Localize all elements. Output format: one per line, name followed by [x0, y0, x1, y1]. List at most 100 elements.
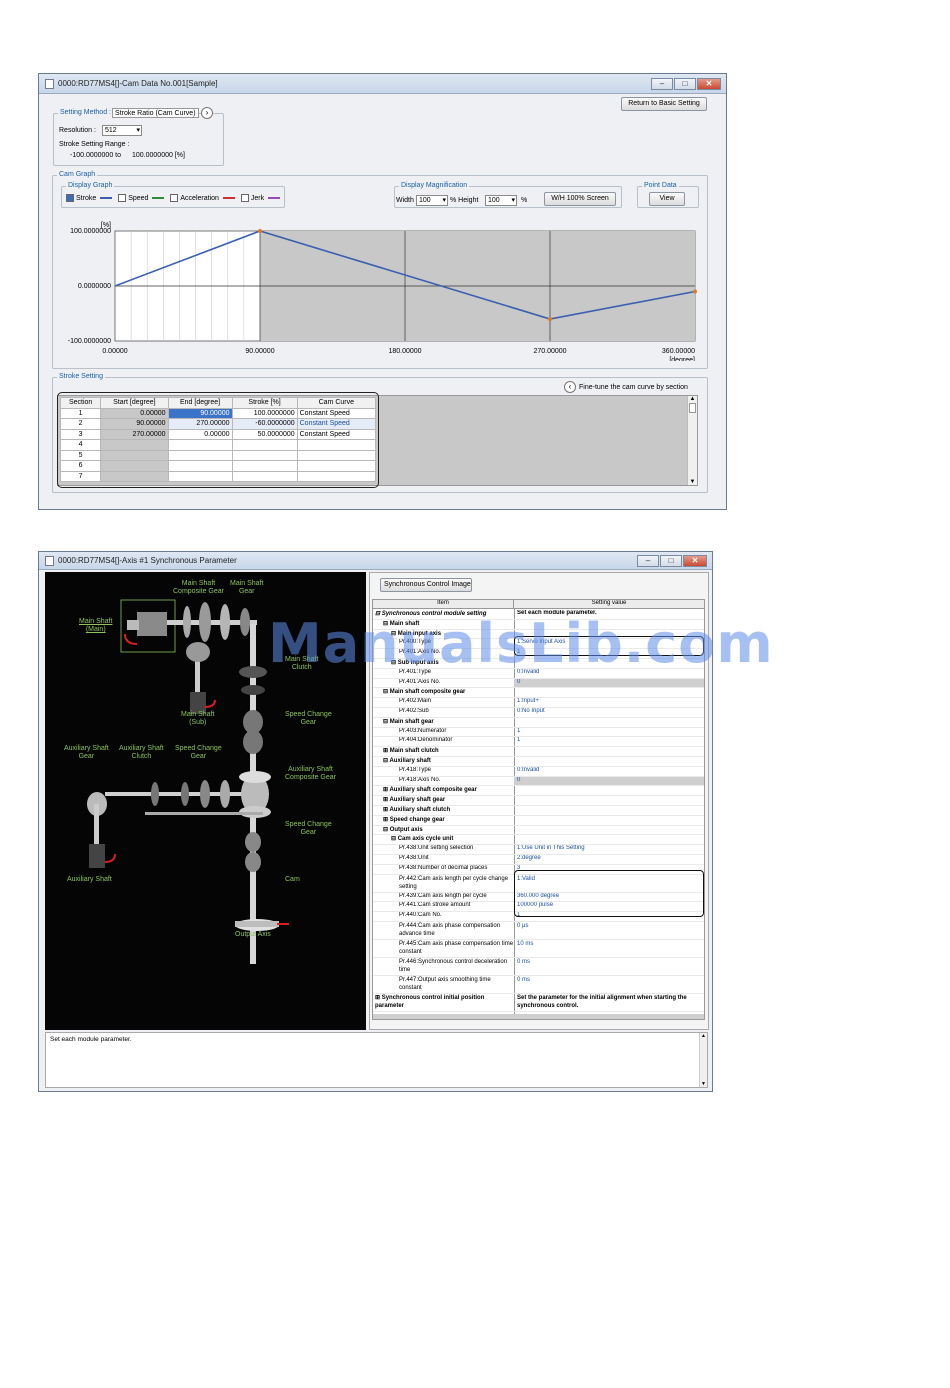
param-value[interactable]: 0:Invalid	[514, 767, 704, 776]
maximize-button[interactable]: □	[674, 78, 696, 90]
table-cell[interactable]	[167, 470, 233, 482]
table-cell[interactable]: -60.0000000	[231, 418, 298, 430]
param-row[interactable]: Pr.438:Unit 2:degree	[373, 855, 704, 865]
param-row[interactable]: Pr.401:Axis No. 0	[373, 678, 704, 689]
fine-tune-icon[interactable]: ‹	[564, 381, 576, 393]
param-row[interactable]: Pr.444:Cam axis phase compensation advan…	[373, 922, 704, 940]
table-cell[interactable]: 0.00000	[100, 407, 169, 419]
param-row[interactable]: ⊟ Auxiliary shaft	[373, 757, 704, 767]
sync-maximize-button[interactable]: □	[660, 555, 682, 567]
param-row[interactable]: Pr.418:Type 0:Invalid	[373, 767, 704, 777]
table-cell[interactable]: 90.00000	[100, 418, 169, 430]
width-select[interactable]: 100	[416, 195, 448, 206]
table-row[interactable]: 2 90.00000 270.00000 -60.0000000 Constant Sp…	[59, 418, 377, 430]
table-row[interactable]: 6	[59, 460, 377, 472]
param-table-hscroll[interactable]	[373, 1014, 704, 1019]
param-value[interactable]: 1:Use Unit in This Setting	[514, 845, 704, 854]
scrollbar-thumb[interactable]	[689, 403, 696, 413]
param-row[interactable]: ⊞ Speed change gear	[373, 816, 704, 826]
param-row[interactable]: Pr.402:Main 1:Input+	[373, 698, 704, 708]
table-cell[interactable]	[231, 470, 298, 482]
table-cell[interactable]	[296, 439, 377, 451]
table-cell[interactable]	[296, 470, 377, 482]
table-cell[interactable]: 4	[59, 439, 102, 451]
param-row[interactable]: Pr.402:Sub 0:No Input	[373, 708, 704, 718]
sync-minimize-button[interactable]: –	[637, 555, 659, 567]
param-row[interactable]: ⊞ Auxiliary shaft clutch	[373, 806, 704, 816]
table-cell[interactable]	[167, 449, 233, 461]
table-cell[interactable]: 50.0000000	[231, 428, 298, 440]
table-row[interactable]: 1 0.00000 90.00000 100.0000000 Constant Spee…	[59, 407, 377, 419]
view-button[interactable]: View	[649, 192, 685, 206]
param-row[interactable]: ⊞ Main shaft clutch	[373, 747, 704, 757]
fine-tune-label[interactable]: Fine-tune the cam curve by section	[579, 384, 688, 391]
param-row[interactable]: ⊞ Auxiliary shaft gear	[373, 796, 704, 806]
param-row[interactable]: ⊟ Cam axis cycle unit	[373, 835, 704, 846]
param-value[interactable]: 0:No Input	[514, 708, 704, 717]
table-cell[interactable]: 2	[59, 418, 102, 430]
table-cell[interactable]	[100, 449, 169, 461]
param-row[interactable]: Pr.403:Numerator 1	[373, 728, 704, 738]
table-cell[interactable]: 270.00000	[167, 418, 233, 430]
jerk-checkbox[interactable]	[240, 194, 249, 202]
param-row[interactable]: ⊟ Main shaft composite gear	[373, 688, 704, 699]
sync-window-titlebar[interactable]: 0000:RD77MS4[]-Axis #1 Synchronous Param…	[39, 552, 712, 570]
param-value[interactable]: 1:Input+	[514, 698, 704, 707]
cam-window-titlebar[interactable]: 0000:RD77MS4[]-Cam Data No.001[Sample] –…	[39, 74, 726, 94]
table-row[interactable]: 7	[59, 470, 377, 482]
param-value[interactable]: 2:degree	[514, 855, 704, 864]
table-cell[interactable]: 3	[59, 428, 102, 440]
table-cell[interactable]: 270.00000	[100, 428, 169, 440]
table-cell[interactable]: 1	[59, 407, 102, 419]
table-cell[interactable]	[231, 449, 298, 461]
stroke-table[interactable]: Section Start [degree] End [degree] Stroke …	[59, 397, 377, 482]
table-cell[interactable]	[231, 460, 298, 472]
setting-method-next-icon[interactable]: ›	[201, 107, 213, 119]
param-row[interactable]: Pr.446:Synchronous control deceleration …	[373, 958, 704, 976]
table-cell[interactable]: 0.00000	[167, 428, 233, 440]
return-to-basic-setting-button[interactable]: Return to Basic Setting	[621, 97, 707, 111]
height-select[interactable]: 100	[485, 195, 517, 206]
param-row[interactable]: Pr.445:Cam axis phase compensation time …	[373, 940, 704, 958]
wh-100-screen-button[interactable]: W/H 100% Screen	[544, 192, 616, 206]
param-value[interactable]: 0	[514, 776, 704, 786]
setting-method-value[interactable]: Stroke Ratio (Cam Curve)	[112, 108, 199, 118]
param-value[interactable]: 0 ms	[514, 976, 704, 993]
param-row[interactable]: Pr.447:Output axis smoothing time consta…	[373, 976, 704, 994]
table-cell[interactable]	[296, 449, 377, 461]
table-cell[interactable]	[100, 470, 169, 482]
table-cell[interactable]	[100, 460, 169, 472]
resolution-select[interactable]: 512	[102, 125, 142, 136]
sync-close-button[interactable]: ✕	[683, 555, 707, 567]
param-row[interactable]: ⊟ Main shaft gear	[373, 718, 704, 728]
table-cell[interactable]	[231, 439, 298, 451]
table-cell[interactable]: Constant Speed	[296, 428, 377, 440]
param-value[interactable]: 1	[514, 737, 704, 746]
minimize-button[interactable]: –	[651, 78, 673, 90]
table-row[interactable]: 3 270.00000 0.00000 50.0000000 Constant Spee…	[59, 428, 377, 440]
table-cell[interactable]: 7	[59, 470, 102, 482]
table-cell[interactable]	[296, 460, 377, 472]
param-row[interactable]: Pr.438:Unit setting selection 1:Use Unit …	[373, 845, 704, 855]
table-cell[interactable]: 100.0000000	[231, 407, 298, 419]
param-row[interactable]: Pr.404:Denominator 1	[373, 737, 704, 748]
param-row[interactable]: Pr.418:Axis No. 0	[373, 776, 704, 787]
speed-checkbox[interactable]	[118, 194, 127, 202]
acceleration-checkbox[interactable]	[170, 194, 179, 202]
table-cell[interactable]: 6	[59, 460, 102, 472]
close-button[interactable]: ✕	[697, 78, 721, 90]
table-cell[interactable]	[167, 460, 233, 472]
table-cell[interactable]: Constant Speed	[296, 418, 377, 430]
description-scrollbar[interactable]: ▲ ▼	[699, 1033, 707, 1087]
param-row[interactable]: ⊞ Auxiliary shaft composite gear	[373, 786, 704, 797]
synchronous-control-image-button[interactable]: Synchronous Control Image	[380, 578, 472, 592]
param-value[interactable]: Set the parameter for the initial alignm…	[514, 994, 704, 1011]
table-cell[interactable]	[167, 439, 233, 451]
table-row[interactable]: 4	[59, 439, 377, 451]
table-scrollbar[interactable]: ▲ ▼	[687, 396, 697, 485]
table-cell[interactable]	[100, 439, 169, 451]
param-value[interactable]: 0 μs	[514, 922, 704, 939]
param-value[interactable]: 10 ms	[514, 940, 704, 957]
table-cell[interactable]: Constant Speed	[296, 407, 377, 419]
param-row[interactable]: ⊟ Output axis	[373, 826, 704, 836]
